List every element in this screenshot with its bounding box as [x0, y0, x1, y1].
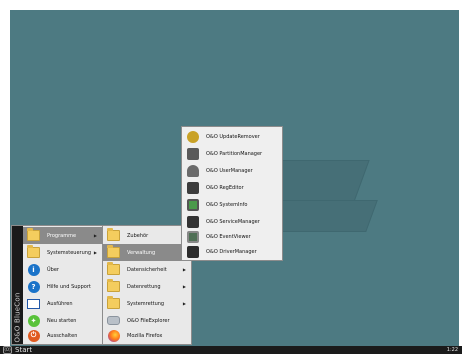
menu-item-label: O&O UserManager — [206, 167, 253, 174]
start-menu-item-programme[interactable]: Programme ▶ — [23, 227, 102, 244]
start-button[interactable]: (O) Start — [3, 346, 32, 354]
submenu-item-firefox[interactable]: Mozilla Firefox — [103, 327, 191, 344]
menu-item-label: O&O ServiceManager — [206, 218, 260, 225]
folder-icon — [27, 228, 40, 242]
folder-icon — [107, 262, 120, 276]
restart-icon: ✦ — [27, 314, 40, 327]
folder-icon — [107, 245, 120, 259]
start-logo-icon: (O) — [3, 346, 12, 354]
firefox-icon — [107, 329, 120, 342]
taskbar: (O) Start 1:22 — [0, 346, 462, 354]
submenu-arrow-icon: ▶ — [182, 301, 186, 306]
verwaltung-item-user-manager[interactable]: O&O UserManager — [182, 162, 282, 179]
menu-item-label: Datenrettung — [127, 283, 161, 290]
clock: 1:22 — [446, 347, 458, 353]
partition-manager-icon — [186, 147, 199, 160]
start-menu-item-systemsteuerung[interactable]: Systemsteuerung ▶ — [23, 244, 102, 261]
folder-icon — [27, 245, 40, 259]
submenu-arrow-icon: ▶ — [182, 284, 186, 289]
update-remover-icon — [186, 130, 199, 143]
verwaltung-item-update-remover[interactable]: O&O UpdateRemover — [182, 128, 282, 145]
menu-item-label: Systemsteuerung — [47, 249, 92, 256]
user-manager-icon — [186, 164, 199, 177]
menu-item-label: O&O PartitionManager — [206, 150, 263, 157]
help-icon: ? — [27, 280, 40, 293]
folder-icon — [107, 279, 120, 293]
start-menu-item-ausfuehren[interactable]: Ausführen — [23, 295, 102, 312]
submenu-item-systemrettung[interactable]: Systemrettung ▶ — [103, 295, 191, 312]
start-menu-item-hilfe[interactable]: ? Hilfe und Support — [23, 278, 102, 295]
verwaltung-item-partition-manager[interactable]: O&O PartitionManager — [182, 145, 282, 162]
menu-item-label: Datensicherheit — [127, 266, 167, 273]
file-explorer-icon — [107, 314, 120, 327]
folder-icon — [107, 228, 120, 242]
submenu-item-verwaltung[interactable]: Verwaltung ▶ — [103, 244, 191, 261]
run-icon — [27, 297, 40, 310]
menu-item-label: Ausschalten — [47, 332, 78, 339]
menu-item-label: Programme — [47, 232, 77, 239]
service-manager-icon — [186, 215, 199, 228]
submenu-arrow-icon: ▶ — [182, 267, 186, 272]
menu-item-label: Hilfe und Support — [47, 283, 91, 290]
verwaltung-item-reg-editor[interactable]: O&O RegEditor — [182, 179, 282, 196]
reg-editor-icon — [186, 181, 199, 194]
menu-item-label: O&O DriverManager — [206, 248, 257, 255]
system-info-icon — [186, 198, 199, 211]
menu-item-label: O&O RegEditor — [206, 184, 244, 191]
brand-bar: O&O BlueCon — [12, 226, 23, 344]
start-menu: O&O BlueCon Programme ▶ Systemsteuerung … — [11, 225, 103, 345]
menu-item-label: Über — [47, 266, 59, 273]
menu-item-label: Verwaltung — [127, 249, 156, 256]
menu-item-label: O&O FileExplorer — [127, 317, 170, 324]
verwaltung-submenu: O&O UpdateRemover O&O PartitionManager O… — [181, 126, 283, 261]
verwaltung-item-system-info[interactable]: O&O SystemInfo — [182, 196, 282, 213]
submenu-arrow-icon: ▶ — [93, 250, 97, 255]
menu-item-label: O&O UpdateRemover — [206, 133, 260, 140]
start-label: Start — [15, 346, 33, 354]
submenu-item-datensicherheit[interactable]: Datensicherheit ▶ — [103, 261, 191, 278]
menu-item-label: Ausführen — [47, 300, 73, 307]
start-menu-item-ausschalten[interactable]: ⏻ Ausschalten — [23, 327, 102, 344]
menu-item-label: Mozilla Firefox — [127, 332, 163, 339]
start-menu-item-ueber[interactable]: i Über — [23, 261, 102, 278]
menu-item-label: Systemrettung — [127, 300, 165, 307]
folder-icon — [107, 296, 120, 310]
submenu-arrow-icon: ▶ — [93, 233, 97, 238]
programme-submenu: Zubehör ▶ Verwaltung ▶ Datensicherheit ▶… — [102, 225, 192, 345]
menu-item-label: O&O SystemInfo — [206, 201, 248, 208]
info-icon: i — [27, 263, 40, 276]
submenu-item-datenrettung[interactable]: Datenrettung ▶ — [103, 278, 191, 295]
event-viewer-icon — [186, 230, 199, 243]
submenu-item-zubehoer[interactable]: Zubehör ▶ — [103, 227, 191, 244]
menu-item-label: Neu starten — [47, 317, 77, 324]
verwaltung-item-driver-manager[interactable]: O&O DriverManager — [182, 243, 282, 260]
menu-item-label: O&O EventViewer — [206, 233, 251, 240]
brand-label: O&O BlueCon — [13, 292, 22, 343]
shutdown-icon: ⏻ — [27, 329, 40, 342]
menu-item-label: Zubehör — [127, 232, 149, 239]
driver-manager-icon — [186, 245, 199, 258]
